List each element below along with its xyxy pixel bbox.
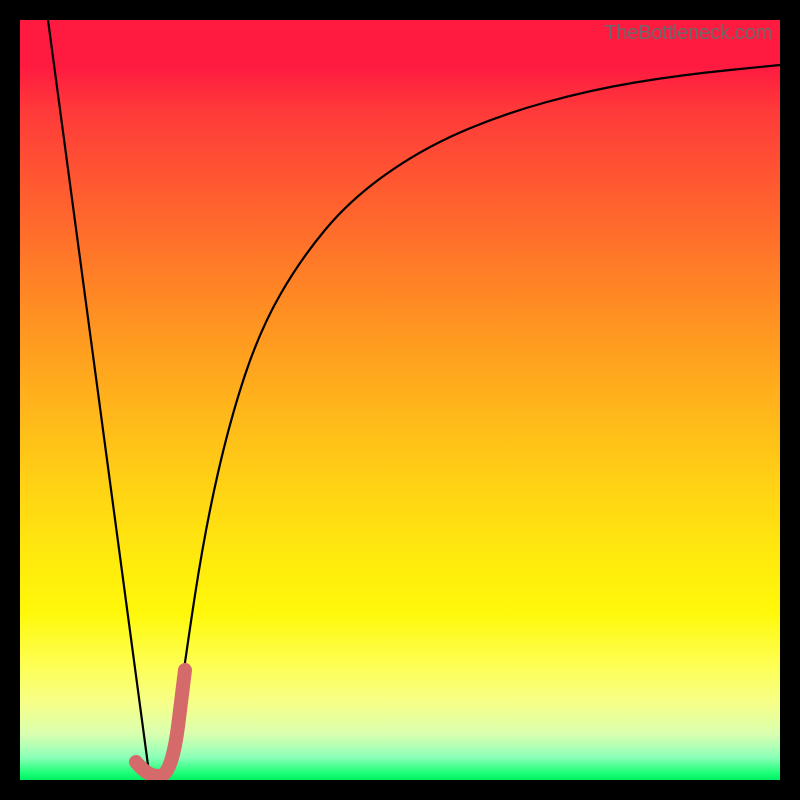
chart-svg — [20, 20, 780, 780]
series-left-line — [48, 20, 150, 780]
series-right-curve — [170, 65, 780, 770]
chart-lines — [48, 20, 780, 780]
plot-area: TheBottleneck.com — [20, 20, 780, 780]
outer-frame: TheBottleneck.com — [0, 0, 800, 800]
watermark-text: TheBottleneck.com — [604, 22, 772, 45]
